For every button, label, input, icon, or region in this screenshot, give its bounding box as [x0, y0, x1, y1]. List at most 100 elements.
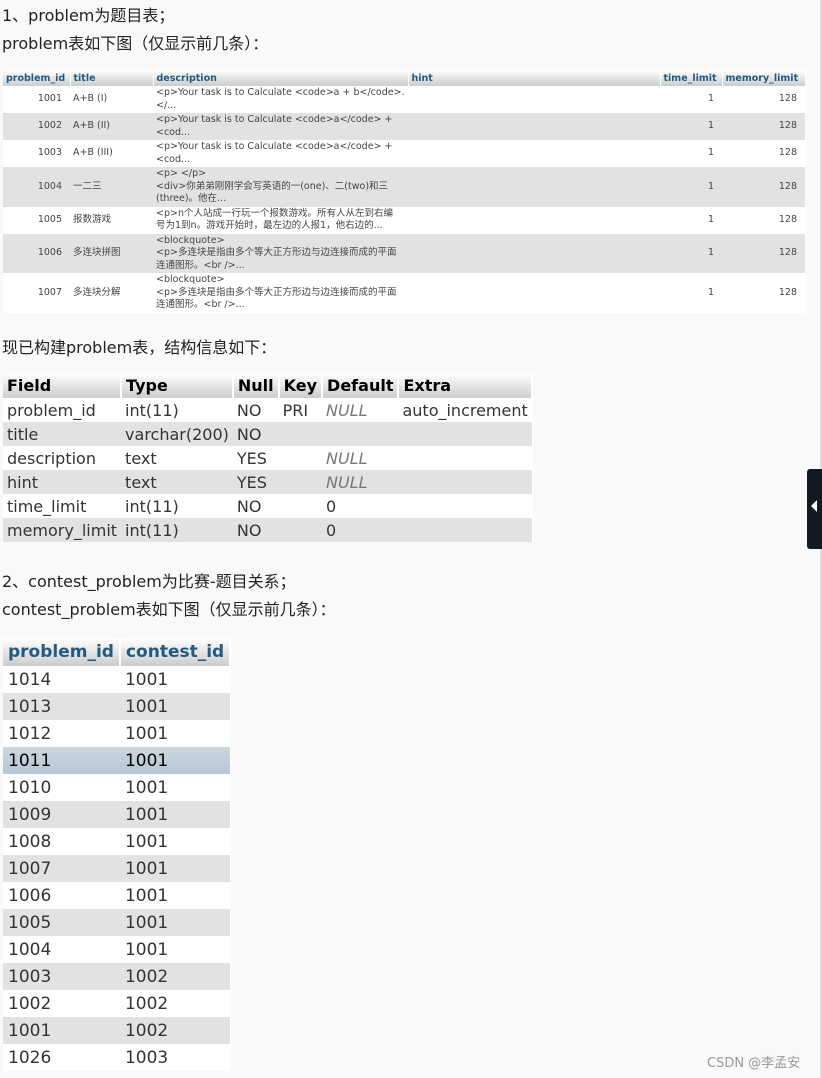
table-row: 1006 1001 — [3, 882, 230, 909]
table-cell: 1001 — [119, 693, 231, 720]
table-row: 1001 A+B (I) <p>Your task is to Calculate … — [3, 86, 805, 113]
table-row: 1001 1002 — [3, 1017, 231, 1044]
table-cell — [408, 113, 660, 140]
table-row: hint text YES NULL — [3, 470, 532, 494]
column-header: hint — [408, 70, 661, 86]
table-cell — [408, 233, 660, 273]
table-cell: 1001 — [124, 831, 169, 852]
table-cell: 1002 — [124, 993, 169, 1014]
table-cell: 1003 — [37, 147, 62, 159]
table-cell: 1002 — [119, 963, 231, 990]
table-cell: 1002 — [119, 1017, 231, 1044]
table-row: memory_limit int(11) NO 0 — [3, 518, 532, 542]
table-cell: varchar(200) — [121, 422, 233, 446]
table-cell: int(11) — [125, 496, 179, 516]
table-cell — [322, 422, 399, 446]
table-cell — [398, 494, 531, 518]
problem-table: problem_id title description hint time_limit… — [3, 70, 806, 313]
table-cell — [398, 470, 532, 494]
column-header: Field — [3, 373, 123, 398]
table-cell: 0 — [322, 518, 399, 542]
table-row: 1011 1001 — [3, 747, 231, 774]
table-row: 1013 1001 — [3, 693, 231, 720]
table-cell: text — [121, 470, 233, 494]
table-cell: NO — [232, 518, 279, 542]
table-cell: <p> </p> <div>你弟弟刚刚学会写英语的一(one)、二(two)和三… — [153, 167, 408, 207]
table-cell: 128 — [778, 213, 797, 225]
table-row: 1005 1001 — [3, 909, 231, 936]
table-cell: 1012 — [8, 723, 52, 744]
table-cell: 1026 — [8, 1047, 52, 1068]
table-cell: 1001 — [119, 855, 231, 882]
table-row: 1002 A+B (II) <p>Your task is to Calculate… — [3, 113, 805, 140]
column-header: Extra — [398, 373, 533, 398]
table-cell: 128 — [722, 113, 805, 140]
table-cell: <blockquote> <p>多连块是指由多个等大正方形边与边连接而成的平面 … — [153, 233, 408, 273]
table-cell: 1 — [707, 213, 714, 225]
table-cell: 1010 — [8, 777, 52, 798]
table-cell: 0 — [326, 496, 337, 516]
table-cell — [408, 273, 660, 313]
table-cell: <p>n个人站成一行玩一个报数游戏。所有人从左到右编 号为1到n。游戏开始时，最… — [156, 207, 393, 232]
table-cell: 一二三 — [70, 167, 153, 207]
table-row: 1006 多连块拼图 <blockquote> <p>多连块是指由多个等大正方形边与… — [3, 233, 805, 273]
column-header: time_limit — [660, 70, 723, 86]
table-cell — [408, 140, 660, 167]
table-cell: time_limit — [7, 496, 87, 516]
table-cell: 1002 — [8, 993, 52, 1014]
table-row: 1003 1002 — [3, 963, 231, 990]
table-cell: 1001 — [124, 777, 169, 798]
table-row: 1002 1002 — [3, 990, 230, 1017]
table-cell: 128 — [778, 93, 797, 105]
table-cell: NULL — [326, 448, 368, 468]
table-cell: A+B (III) — [73, 147, 113, 159]
table-cell: NULL — [326, 400, 368, 420]
table-cell: 128 — [778, 286, 797, 298]
sidebar-toggle-button[interactable] — [807, 469, 822, 549]
table-cell: 1001 — [119, 747, 231, 774]
table-cell: 多连块拼图 — [70, 233, 153, 273]
table-row: 1010 1001 — [3, 774, 230, 801]
column-header: problem_id — [3, 638, 121, 666]
table-cell: problem_id — [7, 400, 96, 420]
table-cell: 1001 — [124, 885, 169, 906]
table-cell: 1001 — [37, 93, 62, 105]
table-cell: A+B (I) — [73, 93, 108, 105]
table-cell: 1003 — [124, 1047, 169, 1068]
table-cell: text — [125, 448, 157, 468]
table-cell: description — [7, 448, 96, 468]
table-cell — [398, 518, 532, 542]
column-header: Default — [322, 373, 400, 398]
column-header: Key — [278, 373, 324, 398]
structure-table: Field Type Null Key Default Extra problem_id i… — [3, 373, 533, 542]
table-row: 1004 一二三 <p> </p> <div>你弟弟刚刚学会写英语的一(one)、二… — [3, 167, 805, 207]
table-cell: YES — [232, 470, 279, 494]
table-cell: A+B (II) — [70, 113, 153, 140]
table-cell: int(11) — [121, 518, 233, 542]
table-cell: YES — [236, 448, 267, 468]
table-cell: 1001 — [124, 723, 169, 744]
table-cell: 1005 — [37, 213, 62, 225]
table-cell — [278, 470, 323, 494]
table-row: title varchar(200) NO — [3, 422, 532, 446]
table-cell: 1001 — [119, 801, 231, 828]
table-row: 1009 1001 — [3, 801, 231, 828]
table-cell: 1002 — [3, 113, 70, 140]
watermark: CSDN @李孟安 — [707, 1056, 801, 1071]
table-row: 1012 1001 — [3, 720, 230, 747]
table-row: problem_id int(11) NO PRI NULL auto_increment — [3, 398, 532, 422]
intro-line-1: 1、problem为题目表； — [2, 6, 175, 25]
table-cell: 1 — [707, 93, 714, 105]
section2-line-2: contest_problem表如下图（仅显示前几条）： — [2, 600, 336, 619]
table-cell: 报数游戏 — [73, 213, 112, 225]
table-cell — [398, 446, 531, 470]
table-row: 1005 报数游戏 <p>n个人站成一行玩一个报数游戏。所有人从左到右编 号为1到n… — [3, 207, 805, 234]
table-cell: NO — [236, 496, 262, 516]
table-cell: 1013 — [3, 693, 120, 720]
structure-intro: 现已构建problem表，结构信息如下： — [2, 338, 277, 357]
table-cell — [278, 518, 323, 542]
table-cell: 1004 — [8, 939, 52, 960]
table-row: 1004 1001 — [3, 936, 230, 963]
table-cell: auto_increment — [402, 400, 528, 420]
column-header: Type — [121, 373, 234, 398]
